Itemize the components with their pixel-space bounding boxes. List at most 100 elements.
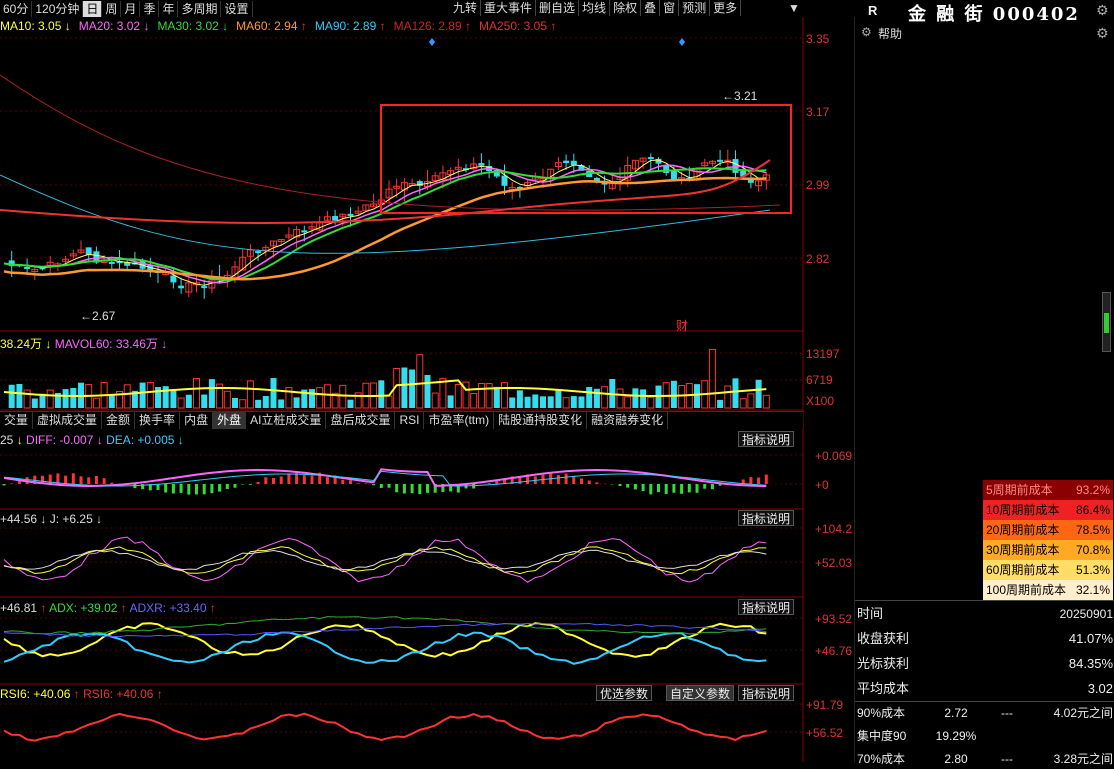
macd-bar bbox=[326, 477, 329, 484]
rsi-tick-2: +56.52 bbox=[806, 726, 843, 740]
macd-bar bbox=[749, 477, 752, 484]
period-tab[interactable]: 年 bbox=[159, 1, 178, 17]
volume-bar bbox=[625, 397, 631, 408]
period-tab[interactable]: 日 bbox=[83, 1, 102, 17]
stat-row: 时间20250901 bbox=[857, 603, 1113, 625]
macd-bar bbox=[472, 484, 475, 488]
macd-bar bbox=[403, 484, 406, 494]
volume-bar bbox=[417, 355, 423, 408]
period-tab[interactable]: 月 bbox=[121, 1, 140, 17]
macd-bar bbox=[87, 477, 90, 484]
macd-arrow-1: ↓ bbox=[17, 433, 26, 447]
dmi-explain-button[interactable]: 指标说明 bbox=[738, 599, 794, 615]
candle-body bbox=[478, 163, 484, 166]
tool-button[interactable]: 九转 bbox=[450, 0, 481, 16]
settings-icon[interactable]: ⚙ bbox=[1096, 25, 1109, 42]
volume-bar bbox=[602, 387, 608, 408]
volume-bar bbox=[263, 396, 269, 408]
volume-bar bbox=[425, 375, 431, 408]
tool-button[interactable]: 更多 bbox=[710, 0, 741, 16]
cost-label: 30周期前成本 bbox=[986, 540, 1059, 560]
indicator-tab[interactable]: 交量 bbox=[0, 412, 33, 429]
indicator-tab[interactable]: RSI bbox=[395, 412, 424, 429]
indicator-tab[interactable]: 外盘 bbox=[213, 412, 246, 429]
period-tab[interactable]: 60分 bbox=[0, 1, 32, 17]
period-tab[interactable]: 120分钟 bbox=[32, 1, 83, 17]
tool-button[interactable]: 除权 bbox=[610, 0, 641, 16]
indicator-tab[interactable]: 陆股通持股变化 bbox=[494, 412, 587, 429]
indicator-tab[interactable]: 金额 bbox=[102, 412, 135, 429]
period-tab[interactable]: 多周期 bbox=[178, 1, 221, 17]
help-link[interactable]: 帮助 bbox=[878, 25, 902, 42]
macd-bar bbox=[3, 484, 6, 485]
dmi-arrow-1: ↑ bbox=[37, 601, 49, 615]
financial-report-marker[interactable]: 财 bbox=[676, 317, 688, 334]
volume-bar bbox=[147, 382, 153, 408]
optimize-params-button[interactable]: 优选参数 bbox=[596, 685, 652, 701]
macd-bar bbox=[380, 484, 383, 488]
candle-body bbox=[332, 216, 338, 221]
tool-button[interactable]: 均线 bbox=[579, 0, 610, 16]
help-icon[interactable]: ⚙ bbox=[861, 25, 872, 39]
macd-bar bbox=[411, 484, 414, 493]
indicator-tab[interactable]: 换手率 bbox=[135, 412, 180, 429]
macd-bar bbox=[210, 484, 213, 493]
volume-bar bbox=[170, 390, 176, 408]
macd-bar bbox=[195, 484, 198, 494]
cost-value: 93.2% bbox=[1076, 480, 1110, 500]
macd-diff: DIFF: -0.007 bbox=[26, 433, 93, 447]
macd-bar bbox=[234, 484, 237, 488]
tool-button[interactable]: 删自选 bbox=[536, 0, 579, 16]
custom-params-button[interactable]: 自定义参数 bbox=[666, 685, 734, 701]
tool-button[interactable]: 重大事件 bbox=[481, 0, 536, 16]
tool-button[interactable]: 预测 bbox=[679, 0, 710, 16]
volume-bar bbox=[409, 370, 415, 408]
chart-tools: 九转重大事件删自选均线除权叠窗预测更多 bbox=[450, 0, 741, 16]
kdj-explain-button[interactable]: 指标说明 bbox=[738, 510, 794, 526]
indicator-tab[interactable]: 虚拟成交量 bbox=[33, 412, 102, 429]
volume-bar bbox=[247, 381, 253, 408]
volume-bar bbox=[740, 399, 746, 408]
dropdown-arrow-icon[interactable]: ▼ bbox=[786, 0, 802, 16]
stat-row: 光标获利84.35% bbox=[857, 653, 1113, 675]
indicator-tab[interactable]: 内盘 bbox=[180, 412, 213, 429]
rsi-explain-button[interactable]: 指标说明 bbox=[738, 685, 794, 701]
indicator-tab[interactable]: 融资融券变化 bbox=[587, 412, 668, 429]
macd-bar bbox=[187, 484, 190, 495]
cost-value: 32.1% bbox=[1076, 580, 1110, 600]
indicator-tab[interactable]: 盘后成交量 bbox=[326, 412, 395, 429]
high-price-value: 3.21 bbox=[734, 89, 757, 103]
gear-icon[interactable]: ⚙ bbox=[1096, 2, 1109, 19]
volume-bar bbox=[640, 389, 646, 408]
volume-bar bbox=[717, 400, 723, 408]
chip-scrollbar[interactable] bbox=[1102, 292, 1111, 352]
chip-scroll-thumb[interactable] bbox=[1104, 313, 1109, 333]
period-tab[interactable]: 季 bbox=[140, 1, 159, 17]
vol-tick-2: 6719 bbox=[806, 373, 833, 387]
range-a: 19.29% bbox=[925, 726, 987, 746]
range-b bbox=[1027, 726, 1113, 746]
period-tab[interactable]: 设置 bbox=[221, 1, 252, 17]
cost-label: 20周期前成本 bbox=[986, 520, 1059, 540]
tool-button[interactable]: 窗 bbox=[660, 0, 679, 16]
macd-bar bbox=[180, 484, 183, 493]
indicator-tab[interactable]: AI立桩成交量 bbox=[246, 412, 326, 429]
volume-bar bbox=[109, 395, 115, 408]
stock-title: 金 融 街 000402 bbox=[908, 0, 1080, 26]
range-b: 3.28元之间 bbox=[1027, 749, 1113, 769]
macd-explain-button[interactable]: 指标说明 bbox=[738, 431, 794, 447]
range-a: 2.72 bbox=[925, 703, 987, 723]
tool-button[interactable]: 叠 bbox=[641, 0, 660, 16]
volume-bar bbox=[563, 398, 569, 408]
rsi-arrow-2: ↑ bbox=[153, 687, 162, 701]
chart-canvas[interactable] bbox=[0, 17, 855, 762]
volume-bar bbox=[525, 397, 531, 408]
macd-bar bbox=[95, 476, 98, 484]
volume-bar bbox=[594, 389, 600, 408]
period-tab[interactable]: 周 bbox=[102, 1, 121, 17]
candle-body bbox=[502, 176, 508, 186]
indicator-tab[interactable]: 市盈率(ttm) bbox=[424, 412, 494, 429]
cost-row: 20周期前成本78.5% bbox=[983, 520, 1113, 540]
macd-bar bbox=[395, 484, 398, 492]
macd-bar bbox=[280, 476, 283, 484]
